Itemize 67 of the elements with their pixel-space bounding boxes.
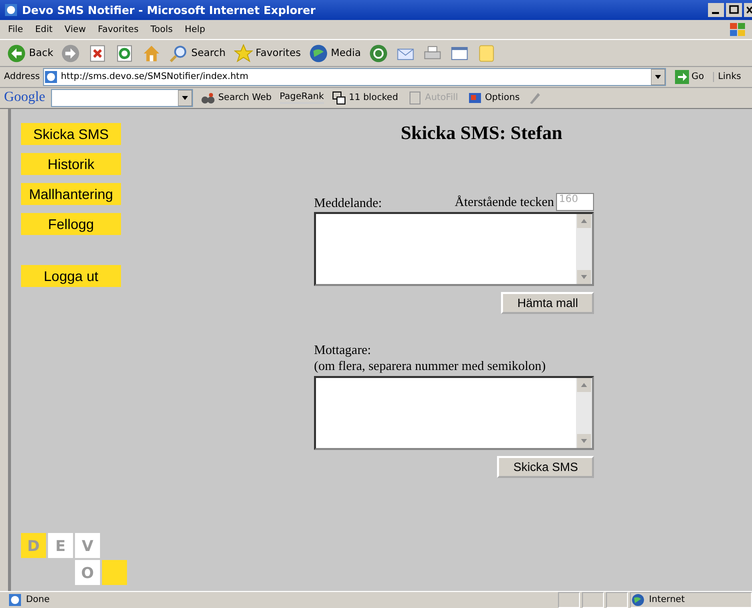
message-textarea[interactable] <box>314 212 594 286</box>
logout-button[interactable]: Logga ut <box>21 265 121 287</box>
globe-icon <box>631 593 645 607</box>
scroll-up-icon[interactable] <box>576 214 592 228</box>
options-icon <box>468 91 482 105</box>
search-field[interactable] <box>51 89 194 107</box>
popup-blocker-button[interactable]: 11 blocked <box>330 91 400 105</box>
nav-button[interactable]: Fellogg <box>21 213 121 235</box>
field-label: Mottagare: <box>314 342 372 358</box>
windows-logo-icon <box>728 20 748 38</box>
history-icon <box>368 44 388 62</box>
search-icon <box>169 44 188 62</box>
refresh-icon <box>115 44 134 62</box>
search-web-button[interactable]: Search Web <box>199 91 274 105</box>
form-icon <box>408 91 422 105</box>
scroll-down-icon[interactable] <box>576 434 592 448</box>
options-button[interactable]: Options <box>466 91 522 105</box>
arrow-icon <box>674 70 689 84</box>
toolbar-button[interactable]: Media <box>306 41 364 65</box>
close-icon[interactable] <box>744 3 752 17</box>
go-button[interactable]: Go <box>668 70 710 84</box>
fetch-template-button[interactable]: Hämta mall <box>501 292 594 314</box>
field-label: Återstående tecken <box>454 194 554 210</box>
nav-button[interactable]: Skicka SMS <box>21 123 121 145</box>
star-icon <box>234 44 253 62</box>
status-text: Done <box>26 595 50 605</box>
links-button[interactable]: Links <box>713 72 752 82</box>
page-heading: Skicka SMS: Stefan <box>400 123 562 145</box>
menu-item[interactable]: Favorites <box>94 24 143 34</box>
address-label: Address <box>4 72 40 82</box>
page-icon <box>8 593 22 607</box>
address-field[interactable]: http://sms.devo.se/SMSNotifier/index.htm <box>42 68 666 86</box>
pencil-icon[interactable] <box>528 91 542 105</box>
menu-item[interactable]: File <box>4 24 28 34</box>
pagerank-indicator: PageRank <box>280 92 324 104</box>
nav-button[interactable]: Historik <box>21 153 121 175</box>
google-logo[interactable]: Google <box>4 90 46 106</box>
dropdown-icon[interactable] <box>178 90 192 106</box>
menu-item[interactable]: Help <box>180 24 210 34</box>
dropdown-icon[interactable] <box>650 69 665 85</box>
field-hint: (om flera, separera nummer med semikolon) <box>314 358 547 374</box>
note-icon <box>476 44 496 62</box>
minimize-icon[interactable] <box>708 3 724 17</box>
toolbar-button[interactable]: Search <box>166 41 229 65</box>
toolbar-button[interactable]: Back <box>4 41 56 65</box>
stop-icon <box>88 44 108 62</box>
send-sms-button[interactable]: Skicka SMS <box>497 456 594 478</box>
recipients-textarea[interactable] <box>314 376 594 450</box>
menu-item[interactable]: View <box>60 24 90 34</box>
page-icon <box>44 70 58 84</box>
menu-item[interactable]: Edit <box>31 24 56 34</box>
browser-icon <box>4 3 18 17</box>
window-title: Devo SMS Notifier - Microsoft Internet Explorer <box>22 4 317 16</box>
windows-icon <box>332 91 346 105</box>
field-label: Meddelande: <box>314 195 382 211</box>
devo-logo: D E V O <box>21 533 127 585</box>
binoculars-icon <box>201 91 216 105</box>
toolbar-button[interactable]: Favorites <box>230 41 304 65</box>
globe-icon <box>308 44 328 62</box>
menu-item[interactable]: Tools <box>146 24 177 34</box>
counter-field: 160 <box>556 193 594 211</box>
home-icon <box>142 44 162 62</box>
scroll-up-icon[interactable] <box>576 378 592 392</box>
scroll-down-icon[interactable] <box>576 270 592 284</box>
nav-button[interactable]: Mallhantering <box>21 183 121 205</box>
zone-text: Internet <box>649 595 685 605</box>
maximize-icon[interactable] <box>726 3 742 17</box>
